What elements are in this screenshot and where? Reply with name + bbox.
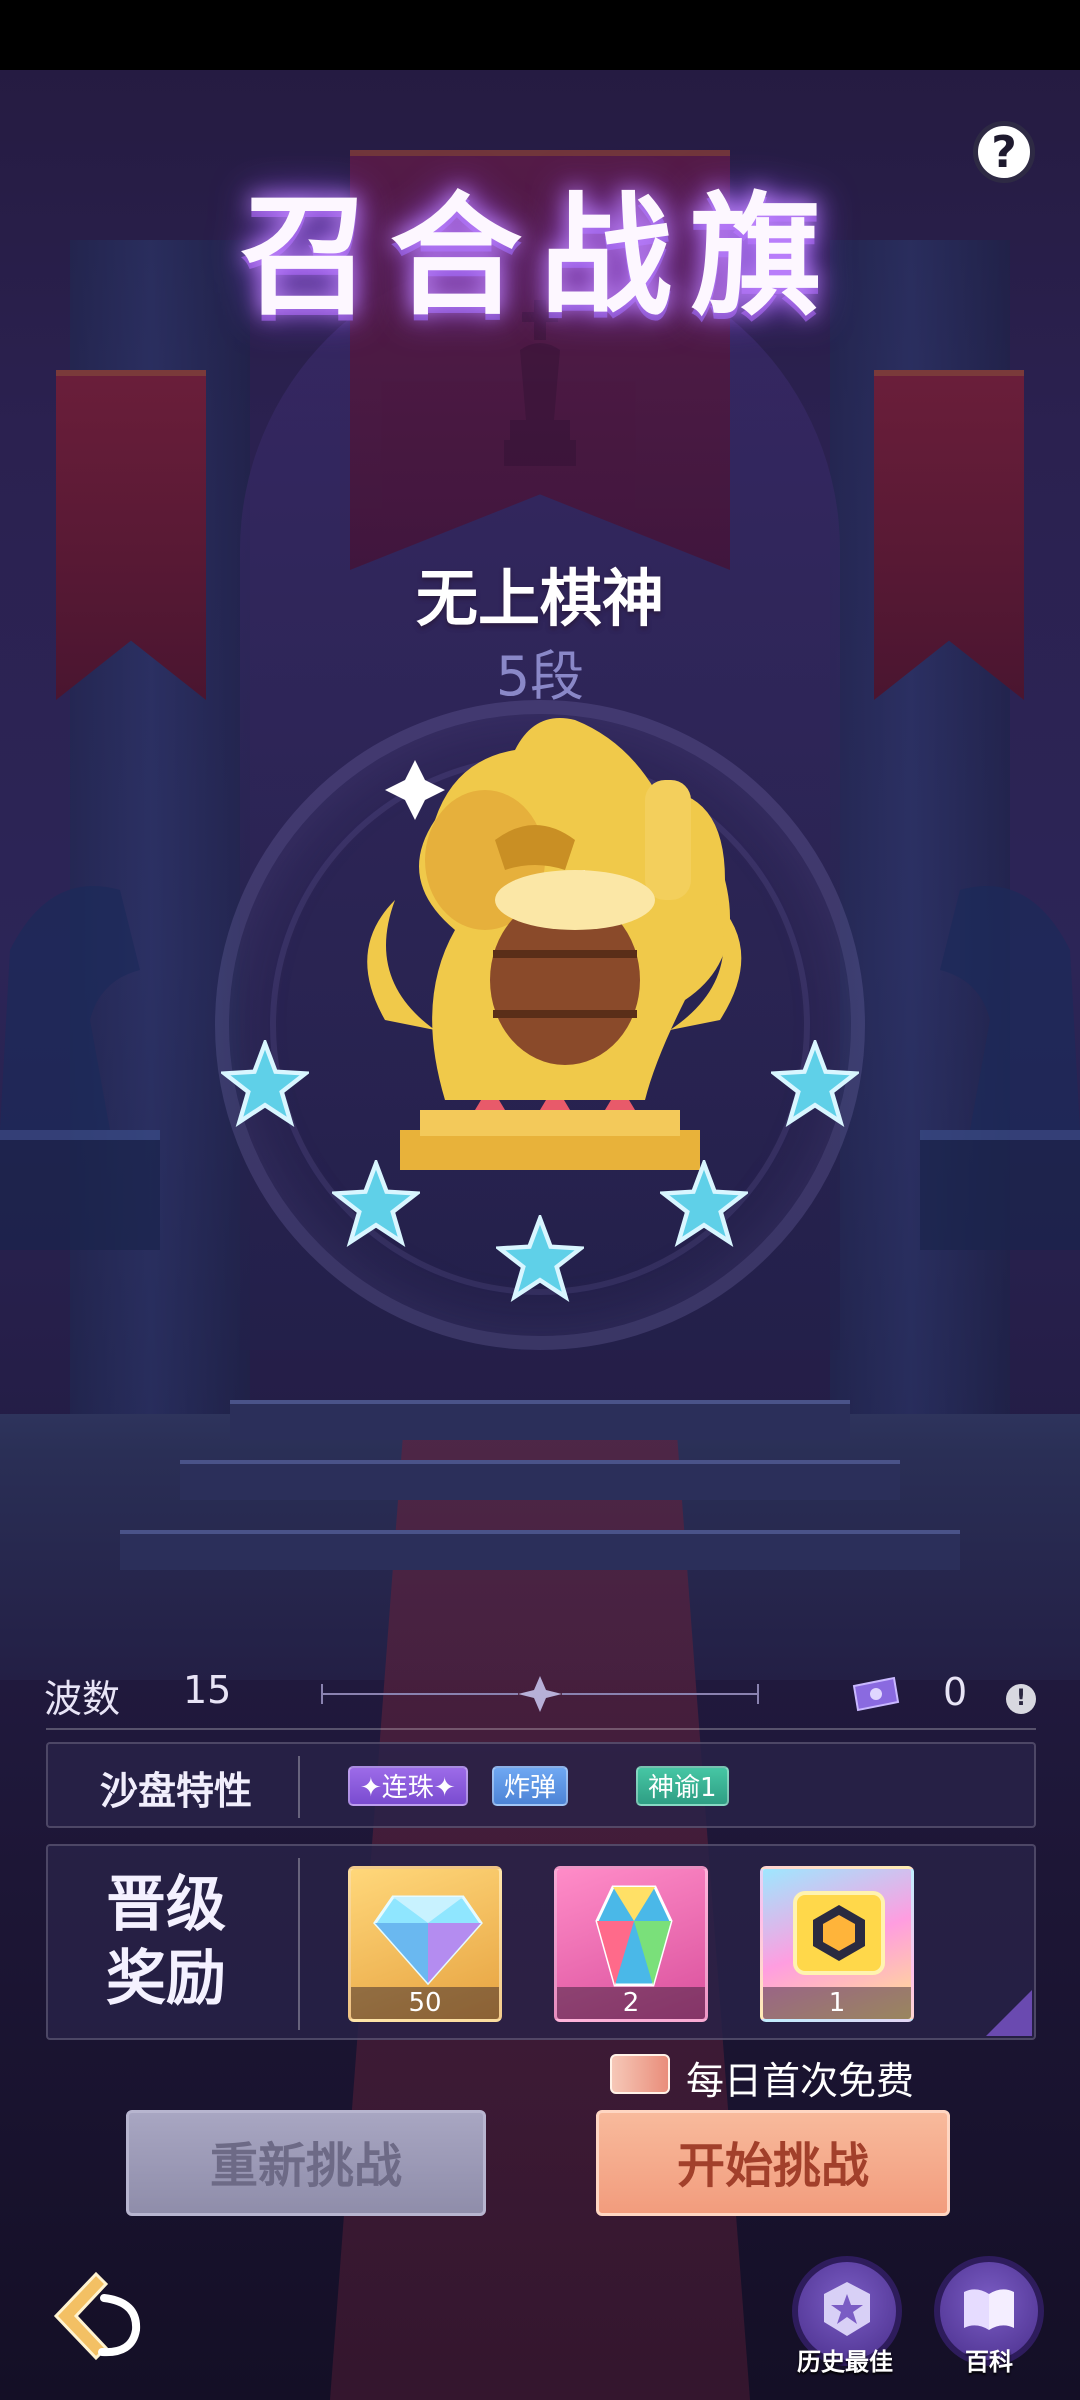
back-arrow-icon[interactable]	[48, 2268, 144, 2364]
wave-value: 15	[183, 1668, 232, 1712]
retry-button[interactable]: 重新挑战	[126, 2110, 486, 2216]
rank-star-icon	[221, 1040, 309, 1127]
rewards-label: 晋级 奖励	[106, 1868, 246, 2016]
divider	[298, 1858, 300, 2030]
page-title: 召合战旗	[240, 179, 840, 334]
knight-statue-left	[0, 886, 160, 1250]
divider	[298, 1756, 300, 1818]
game-screen: 召合战旗 ? 无上棋神 5段 波数 15 0 ! 沙盘特性 ✦连珠✦ 炸弹 神谕…	[0, 0, 1080, 2400]
free-ticket-icon	[610, 2054, 670, 2094]
sandbox-features-panel: 沙盘特性 ✦连珠✦ 炸弹 神谕1	[46, 1742, 1036, 1828]
history-best-label: 历史最佳	[797, 2348, 893, 2376]
wave-label: 波数	[44, 1677, 121, 1721]
reward-item[interactable]: 2	[554, 1866, 708, 2022]
reward-count: 1	[763, 1987, 911, 2019]
rank-star-icon	[496, 1215, 584, 1302]
ticket-icon	[852, 1676, 900, 1712]
rank-name: 无上棋神	[415, 562, 664, 635]
question-icon: ?	[991, 126, 1017, 178]
status-bar	[0, 0, 1080, 70]
feature-tag[interactable]: ✦连珠✦	[348, 1766, 468, 1806]
feature-tag[interactable]: 神谕1	[636, 1766, 729, 1806]
rewards-label-line: 奖励	[106, 1944, 226, 2014]
promotion-rewards-panel: 晋级 奖励 50 2 1	[46, 1844, 1036, 2040]
rank-star-icon	[771, 1040, 859, 1127]
stair-step	[230, 1400, 850, 1440]
knight-statue-right	[920, 886, 1080, 1250]
rank-star-icon	[332, 1160, 420, 1247]
help-button[interactable]: ?	[973, 121, 1035, 183]
corner-marker	[986, 1990, 1032, 2036]
sandbox-features-label: 沙盘特性	[100, 1768, 253, 1813]
reward-count: 50	[351, 1987, 499, 2019]
diamond-icon	[373, 1895, 483, 1986]
divider	[46, 1728, 1036, 1730]
daily-free-notice: 每日首次免费	[686, 2059, 915, 2103]
ticket-count: 0	[943, 1670, 968, 1714]
start-challenge-button[interactable]: 开始挑战	[596, 2110, 950, 2216]
encyclopedia-label: 百科	[965, 2348, 1013, 2376]
book-icon	[964, 2289, 1014, 2330]
stair-step	[120, 1530, 960, 1570]
divider-ornament	[321, 1676, 759, 1712]
rewards-label-line: 晋级	[106, 1870, 226, 1940]
reward-item[interactable]: 1	[760, 1866, 914, 2022]
stair-step	[180, 1460, 900, 1500]
golden-trophy-icon	[367, 718, 742, 1170]
rank-star-icon	[660, 1160, 748, 1247]
medal-star-icon	[824, 2282, 870, 2336]
reward-count: 2	[557, 1987, 705, 2019]
crystal-icon	[595, 1885, 673, 1987]
info-icon[interactable]: !	[1006, 1684, 1036, 1714]
feature-tag[interactable]: 炸弹	[492, 1766, 569, 1806]
reward-item[interactable]: 50	[348, 1866, 502, 2022]
hex-chest-icon	[793, 1891, 885, 1975]
